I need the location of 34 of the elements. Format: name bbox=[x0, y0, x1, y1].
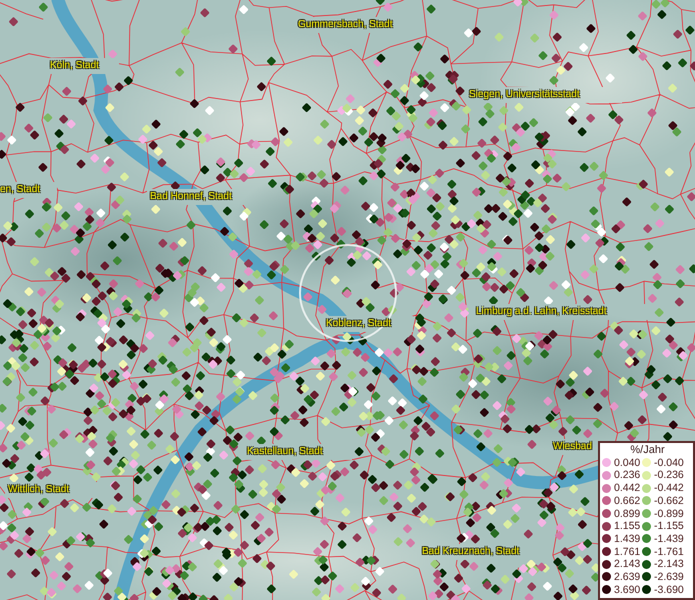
city-label: Siegen, Universitätsstadt bbox=[469, 89, 580, 100]
legend-value: 1.155 bbox=[614, 520, 640, 532]
city-label: en, Stadt bbox=[0, 184, 40, 195]
legend-value: 2.143 bbox=[614, 558, 640, 570]
city-label: Köln, Stadt bbox=[50, 60, 99, 71]
legend-value: 1.439 bbox=[614, 532, 640, 545]
city-label: Limburg a.d. Lahn, Kreisstadt bbox=[476, 306, 607, 317]
legend-value: -1.439 bbox=[654, 532, 684, 545]
legend-value: -1.155 bbox=[654, 520, 684, 532]
legend-value: 0.662 bbox=[614, 494, 640, 507]
legend-value: 2.639 bbox=[614, 570, 640, 583]
legend-value: 1.761 bbox=[614, 546, 640, 558]
legend-value: -0.040 bbox=[654, 456, 684, 469]
legend-value: -2.639 bbox=[654, 570, 684, 583]
legend-title: %/Jahr bbox=[629, 444, 666, 456]
legend-value: 0.236 bbox=[614, 469, 640, 482]
city-label: Koblenz, Stadt bbox=[326, 318, 392, 329]
city-label: Bad Kreuznach, Stadt bbox=[422, 546, 520, 557]
legend-value: -0.442 bbox=[654, 482, 684, 494]
legend-value: 0.442 bbox=[614, 482, 640, 494]
city-label: Wittlich, Stadt bbox=[8, 484, 70, 495]
city-label: Gummersbach, Stadt bbox=[298, 19, 392, 30]
city-label: Bad Honnef, Stadt bbox=[150, 191, 232, 202]
legend-value: -0.236 bbox=[654, 469, 684, 482]
city-label: Wiesbad bbox=[553, 441, 592, 452]
legend-value: -2.143 bbox=[654, 558, 684, 570]
legend-value: 0.899 bbox=[614, 508, 640, 520]
legend-value: -1.761 bbox=[654, 546, 684, 558]
legend-value: -3.690 bbox=[654, 584, 684, 596]
legend-value: 3.690 bbox=[614, 584, 640, 596]
legend-value: -0.662 bbox=[654, 494, 684, 507]
city-label: Kastellaun, Stadt bbox=[247, 446, 323, 457]
legend-value: -0.899 bbox=[654, 508, 684, 520]
legend-value: 0.040 bbox=[614, 456, 640, 469]
